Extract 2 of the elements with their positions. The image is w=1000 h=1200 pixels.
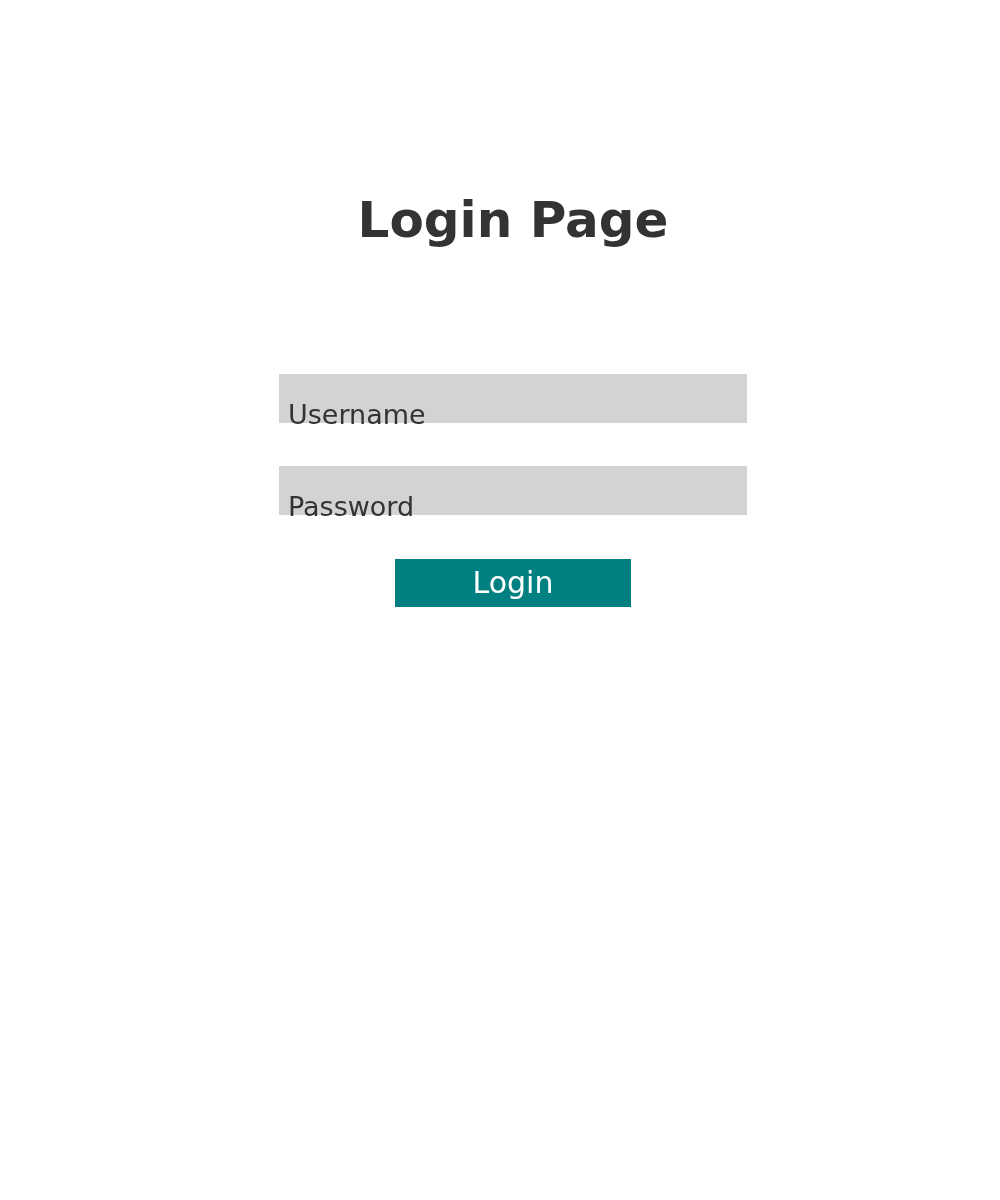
page-title: Login Page bbox=[357, 191, 669, 249]
login-button[interactable]: Login bbox=[395, 559, 631, 607]
